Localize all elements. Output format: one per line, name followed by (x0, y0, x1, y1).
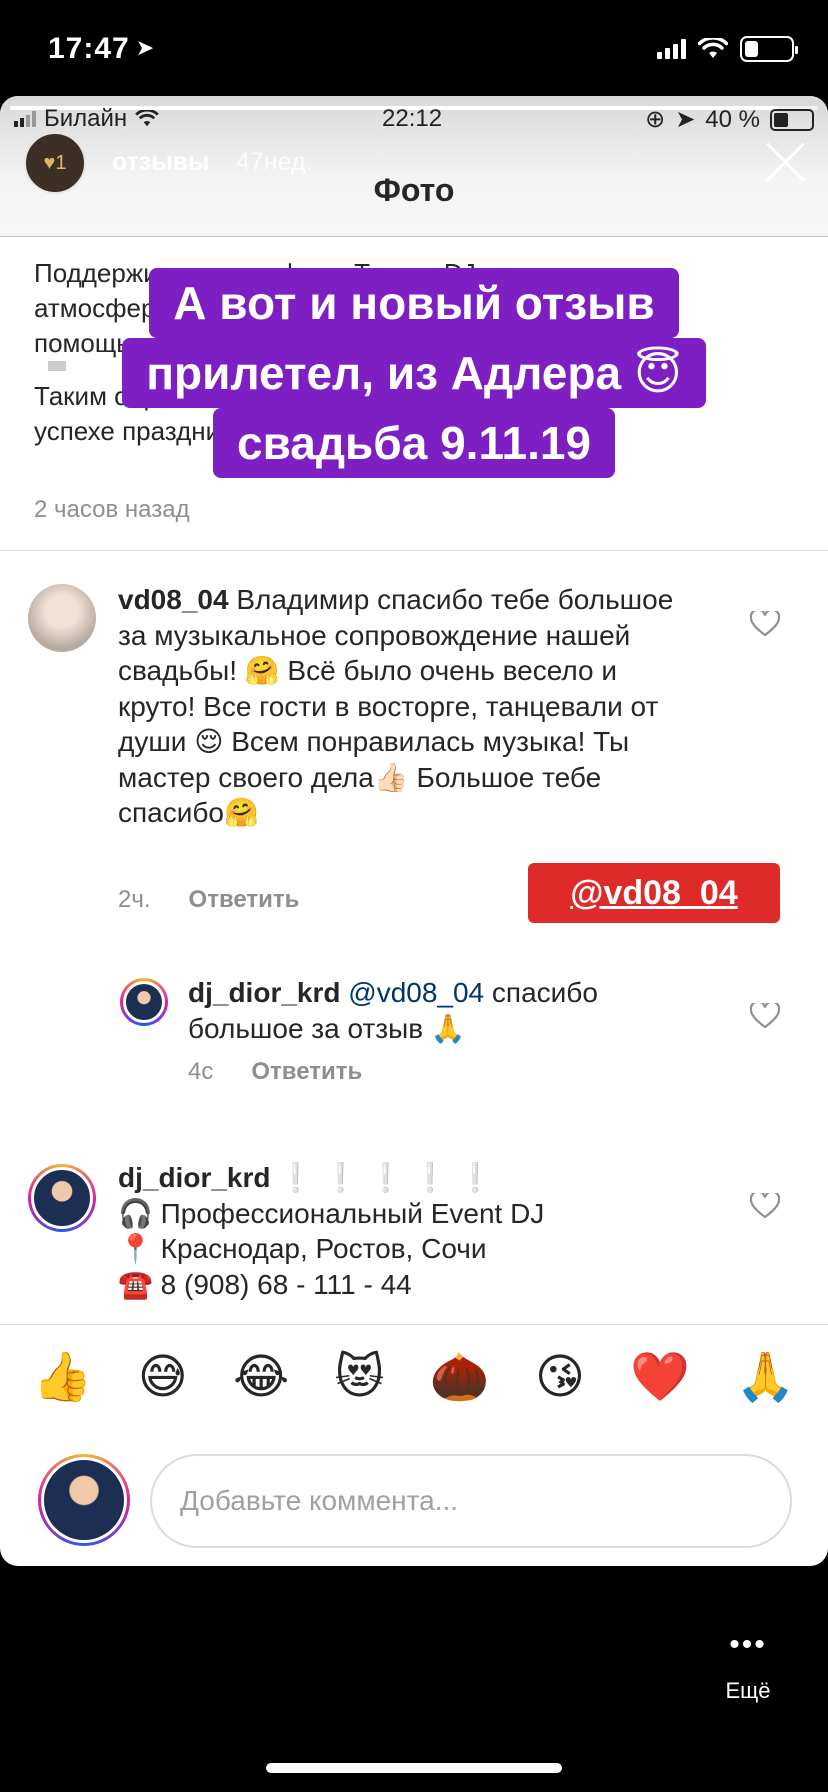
more-dots-icon: ••• (729, 1628, 767, 1661)
comment-divider (0, 550, 828, 551)
page-title: Фото (373, 172, 455, 208)
comment-username[interactable]: dj_dior_krd (118, 1162, 270, 1193)
caption-line-1: А вот и новый отзыв (149, 268, 679, 338)
emoji-quick-bar: 👍 😅 😂 😻 🌰 😘 ❤️ 🙏 (0, 1343, 828, 1413)
emoji-button[interactable]: 😂 (233, 1348, 289, 1408)
avatar[interactable] (28, 1164, 96, 1232)
more-label: Ещё (725, 1678, 771, 1703)
caption-line-2: прилетел, из Адлера 😇 (122, 338, 706, 408)
inner-battery-icon (770, 108, 814, 131)
battery-icon (740, 36, 798, 62)
reply-button[interactable]: Ответить (251, 1058, 362, 1085)
caption-line-3: свадьба 9.11.19 (212, 408, 616, 478)
comment-body: Владимир спасибо тебе большое за музыкал… (118, 584, 674, 828)
story-card: Билайн 22:12 ⊕ ➤ 40 % ♥1 отзывы 47нед. Ф… (0, 96, 828, 1566)
mention-tag-label: @vd08_04 (570, 874, 738, 912)
inner-location-icon: ➤ (675, 106, 696, 133)
emoji-button[interactable]: 🌰 (430, 1348, 490, 1408)
comment-time: 2ч. (118, 886, 151, 913)
heart-icon[interactable] (750, 1193, 780, 1219)
inner-wifi-icon (135, 110, 159, 127)
header-divider (0, 236, 828, 237)
comment-line: 📍 Краснодар, Ростов, Сочи (118, 1233, 487, 1264)
close-icon[interactable] (764, 140, 808, 184)
story-caption: А вот и новый отзыв прилетел, из Адлера … (0, 268, 828, 478)
carrier-label: Билайн (44, 105, 128, 132)
composer-avatar (38, 1454, 130, 1546)
rotation-lock-icon: ⊕ (645, 106, 666, 133)
avatar[interactable] (120, 978, 168, 1026)
comment-username[interactable]: dj_dior_krd (188, 977, 340, 1008)
more-button[interactable]: ••• Ещё (700, 1630, 796, 1704)
comment-text: dj_dior_krd @vd08_04 спасибо большое за … (188, 975, 668, 1046)
outer-status-bar: 17:47 ➤ (0, 0, 828, 96)
previous-comment-time: 2 часов назад (34, 496, 190, 523)
outer-status-time: 17:47 ➤ (48, 32, 155, 66)
emoji-button[interactable]: 👍 (33, 1348, 93, 1408)
comment-line: 🎧 Профессиональный Event DJ (118, 1197, 545, 1229)
mention-tag[interactable]: @vd08_04 (528, 863, 780, 923)
avatar[interactable] (28, 584, 96, 652)
emoji-button[interactable]: 😅 (138, 1348, 188, 1408)
inner-signal-icon (14, 111, 36, 127)
home-indicator[interactable] (266, 1763, 562, 1773)
emoji-button[interactable]: 😻 (335, 1348, 385, 1408)
comment-text: vd08_04 Владимир спасибо тебе большое за… (118, 582, 678, 831)
inner-status-bar: Билайн 22:12 ⊕ ➤ 40 % (0, 96, 828, 146)
comment-text: dj_dior_krd ❕❕❕❕❕ 🎧 Профессиональный Eve… (118, 1160, 718, 1302)
location-arrow-icon: ➤ (135, 35, 156, 60)
signal-icon (657, 39, 686, 59)
inner-status-time: 22:12 (382, 105, 443, 132)
comment-meta: 2ч. Ответить (118, 886, 299, 914)
comment-username[interactable]: vd08_04 (118, 584, 229, 615)
emoji-bar-divider (0, 1324, 828, 1325)
comment-time: 4с (188, 1058, 214, 1085)
heart-icon[interactable] (750, 1003, 780, 1029)
reply-button[interactable]: Ответить (189, 886, 300, 913)
emoji-button[interactable]: 😘 (535, 1348, 585, 1408)
outer-time-label: 17:47 (48, 32, 130, 65)
inner-status-right: ⊕ ➤ 40 % (645, 105, 814, 134)
battery-percent: 40 % (705, 105, 760, 133)
emoji-button[interactable]: 🙏 (735, 1348, 795, 1408)
emoji-button[interactable]: ❤️ (630, 1348, 690, 1408)
inner-status-left: Билайн (14, 105, 159, 133)
wifi-icon (698, 38, 728, 58)
heart-icon[interactable] (750, 611, 780, 637)
comment-line: ☎️ 8 (908) 68 - 111 - 44 (118, 1268, 412, 1300)
comment-input[interactable]: Добавьте коммента... (150, 1454, 792, 1548)
comment-meta: 4с Ответить (188, 1058, 362, 1086)
exclamation-marks: ❕❕❕❕❕ (278, 1162, 503, 1193)
outer-status-icons (657, 36, 798, 62)
comment-mention[interactable]: @vd08_04 (348, 977, 484, 1008)
